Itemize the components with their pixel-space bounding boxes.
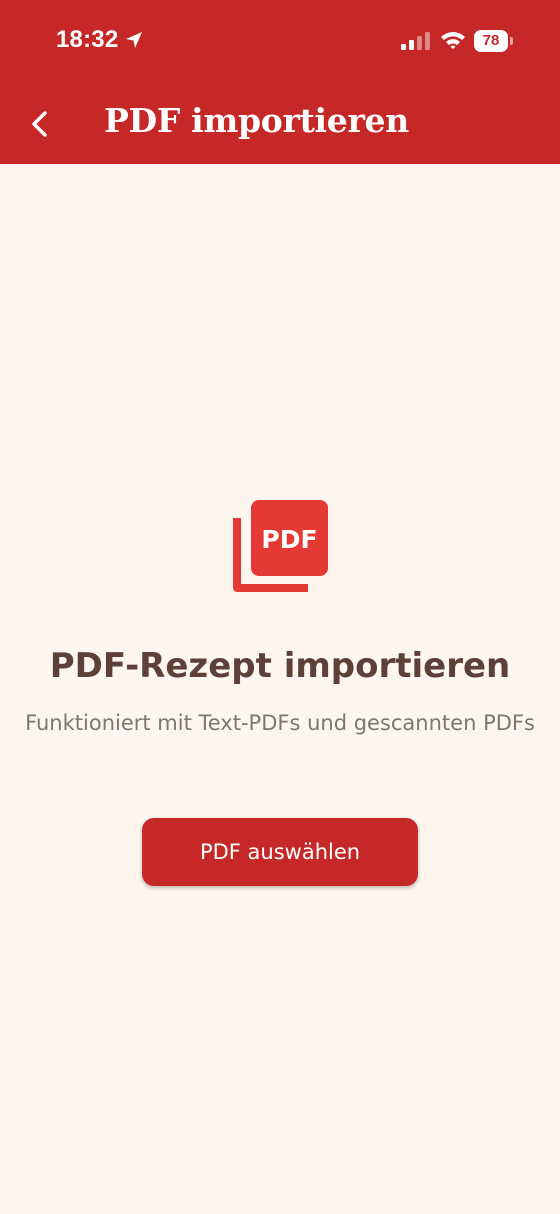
empty-state: PDF PDF-Rezept importieren Funktioniert … <box>0 164 560 1214</box>
back-button[interactable] <box>22 102 62 146</box>
wifi-icon <box>441 32 465 49</box>
page-title: PDF importieren <box>104 101 409 140</box>
battery-body: 78 <box>474 30 508 52</box>
empty-state-title: PDF-Rezept importieren <box>49 646 511 686</box>
location-arrow-icon <box>126 32 142 48</box>
chevron-left-icon <box>32 111 47 137</box>
status-bar: 18:32 78 <box>0 0 560 84</box>
battery-tip <box>510 37 513 45</box>
cellular-signal-icon <box>401 32 430 50</box>
status-time: 18:32 <box>56 26 119 53</box>
battery-indicator: 78 <box>474 30 514 52</box>
pdf-icon-label: PDF <box>261 525 317 554</box>
pdf-file-icon: PDF <box>233 500 328 592</box>
empty-state-subtitle: Funktioniert mit Text-PDFs und gescannte… <box>25 711 535 735</box>
app-header: 18:32 78 PDF importieren <box>0 0 560 164</box>
select-pdf-button[interactable]: PDF auswählen <box>142 818 418 886</box>
battery-level: 78 <box>482 32 500 49</box>
